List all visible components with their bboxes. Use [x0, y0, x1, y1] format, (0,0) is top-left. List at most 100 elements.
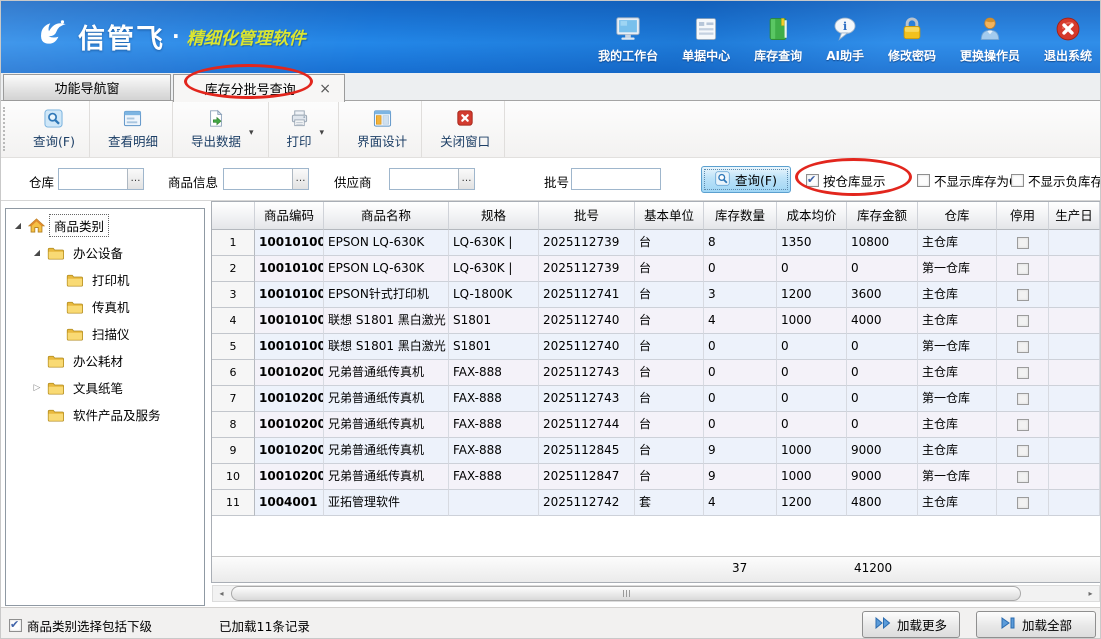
tree-node[interactable]: 传真机 [6, 293, 204, 320]
option-hide-zero-stock[interactable]: 不显示库存为0 [917, 171, 1017, 190]
column-header-6[interactable]: 库存数量 [704, 202, 777, 230]
supplier-filter-input[interactable]: … [389, 168, 475, 190]
scrollbar-thumb[interactable] [231, 586, 1021, 601]
disabled-checkbox[interactable] [1017, 237, 1029, 249]
tab-close-icon[interactable]: × [316, 82, 334, 96]
nav-item-documents[interactable]: 单据中心 [682, 14, 730, 64]
export-dropdown-arrow-icon[interactable] [249, 120, 254, 139]
view-detail-button[interactable]: 查看明细 [90, 101, 173, 157]
warehouse-filter-input[interactable]: … [58, 168, 144, 190]
column-header-7[interactable]: 成本均价 [777, 202, 847, 230]
column-header-5[interactable]: 基本单位 [635, 202, 704, 230]
disabled-checkbox[interactable] [1017, 393, 1029, 405]
ui-design-button[interactable]: 界面设计 [339, 101, 422, 157]
tree-node[interactable]: ◢ 商品类别 [6, 212, 204, 239]
query-button[interactable]: 查询(F) [701, 166, 791, 193]
disabled-checkbox[interactable] [1017, 367, 1029, 379]
toolbar-grip-handle[interactable] [3, 107, 13, 151]
table-row[interactable]: 10100102002兄弟普通纸传真机FAX-8882025112847台910… [212, 464, 1100, 490]
option-show-by-warehouse[interactable]: 按仓库显示 [806, 171, 886, 190]
table-row[interactable]: 7100102002兄弟普通纸传真机FAX-8882025112743台000第… [212, 386, 1100, 412]
close-window-button[interactable]: 关闭窗口 [422, 101, 505, 157]
print-dropdown-arrow-icon[interactable] [320, 120, 325, 139]
table-row[interactable]: 5100101004联想 S1801 黑白激光S18012025112740台0… [212, 334, 1100, 360]
table-row[interactable]: 1100101001EPSON LQ-630KLQ-630K |20251127… [212, 230, 1100, 256]
tree-node[interactable]: ▷ 文具纸笔 [6, 374, 204, 401]
tree-node[interactable]: 扫描仪 [6, 320, 204, 347]
column-header-3[interactable]: 规格 [449, 202, 539, 230]
product-filter-input[interactable]: … [223, 168, 309, 190]
tree-node-label[interactable]: 扫描仪 [87, 322, 135, 345]
tree-node-label[interactable]: 传真机 [87, 295, 135, 318]
tree-node-label[interactable]: 办公耗材 [68, 349, 128, 372]
hide-zero-stock-checkbox[interactable] [917, 174, 930, 187]
column-header-10[interactable]: 停用 [997, 202, 1049, 230]
nav-item-ai-assistant[interactable]: i AI助手 [826, 14, 864, 64]
column-header-8[interactable]: 库存金额 [847, 202, 918, 230]
batch-filter-input[interactable] [571, 168, 661, 190]
tree-node-label[interactable]: 打印机 [87, 268, 135, 291]
include-subcategories-option[interactable]: 商品类别选择包括下级 [9, 616, 152, 635]
nav-item-switch-operator[interactable]: 更换操作员 [960, 14, 1020, 64]
table-row[interactable]: 9100102002兄弟普通纸传真机FAX-8882025112845台9100… [212, 438, 1100, 464]
load-all-button[interactable]: 加载全部 [976, 611, 1096, 638]
export-data-button[interactable]: 导出数据 [173, 101, 269, 157]
table-row[interactable]: 4100101004联想 S1801 黑白激光S18012025112740台4… [212, 308, 1100, 334]
hide-negative-stock-checkbox[interactable] [1011, 174, 1024, 187]
nav-item-change-password[interactable]: 修改密码 [888, 14, 936, 64]
tab-function-navigator[interactable]: 功能导航窗 [3, 74, 171, 101]
nav-item-inventory[interactable]: 库存查询 [754, 14, 802, 64]
show-by-warehouse-checkbox[interactable] [806, 174, 819, 187]
column-header-4[interactable]: 批号 [539, 202, 635, 230]
disabled-checkbox[interactable] [1017, 289, 1029, 301]
column-header-2[interactable]: 商品名称 [324, 202, 449, 230]
batch-input[interactable] [572, 169, 660, 189]
table-row[interactable]: 111004001亚拓管理软件2025112742套412004800主仓库 [212, 490, 1100, 516]
tree-expander-icon[interactable]: ◢ [12, 221, 24, 230]
load-more-button[interactable]: 加载更多 [862, 611, 960, 638]
disabled-checkbox[interactable] [1017, 445, 1029, 457]
tree-node-label[interactable]: 商品类别 [49, 214, 109, 237]
tree-node[interactable]: ◢ 办公设备 [6, 239, 204, 266]
table-row[interactable]: 6100102002兄弟普通纸传真机FAX-8882025112743台000主… [212, 360, 1100, 386]
print-button[interactable]: 打印 [269, 101, 340, 157]
supplier-browse-button[interactable]: … [458, 169, 474, 189]
product-input[interactable] [224, 169, 292, 189]
tree-node[interactable]: 办公耗材 [6, 347, 204, 374]
disabled-checkbox[interactable] [1017, 263, 1029, 275]
tree-expander-icon[interactable]: ◢ [31, 248, 43, 257]
nav-item-exit[interactable]: 退出系统 [1044, 14, 1092, 64]
nav-item-workbench[interactable]: 我的工作台 [598, 14, 658, 64]
query-toolbar-button[interactable]: 查询(F) [15, 101, 90, 157]
tree-node[interactable]: 软件产品及服务 [6, 401, 204, 428]
table-row[interactable]: 3100101002EPSON针式打印机LQ-1800K2025112741台3… [212, 282, 1100, 308]
scroll-left-arrow-icon[interactable] [213, 586, 230, 601]
product-browse-button[interactable]: … [292, 169, 308, 189]
disabled-checkbox[interactable] [1017, 471, 1029, 483]
horizontal-scrollbar[interactable] [212, 585, 1100, 602]
tree-node-label[interactable]: 软件产品及服务 [68, 403, 166, 426]
supplier-input[interactable] [390, 169, 458, 189]
disabled-checkbox[interactable] [1017, 419, 1029, 431]
disabled-checkbox[interactable] [1017, 497, 1029, 509]
tab-batch-inventory-query[interactable]: 库存分批号查询 × [173, 74, 345, 102]
tree-node-label[interactable]: 办公设备 [68, 241, 128, 264]
option-hide-negative-stock[interactable]: 不显示负库存 [1011, 171, 1101, 190]
tree-expander-icon[interactable]: ▷ [31, 383, 43, 393]
warehouse-browse-button[interactable]: … [127, 169, 143, 189]
table-row[interactable]: 2100101001EPSON LQ-630KLQ-630K |20251127… [212, 256, 1100, 282]
scroll-right-arrow-icon[interactable] [1082, 586, 1099, 601]
scrollbar-track[interactable] [230, 586, 1082, 601]
disabled-checkbox[interactable] [1017, 315, 1029, 327]
tree-node[interactable]: 打印机 [6, 266, 204, 293]
column-header-11[interactable]: 生产日 [1049, 202, 1100, 230]
include-subcategories-checkbox[interactable] [9, 619, 22, 632]
column-header-1[interactable]: 商品编码 [255, 202, 324, 230]
table-cell: 亚拓管理软件 [324, 490, 449, 516]
column-header-0[interactable] [212, 202, 255, 230]
tree-node-label[interactable]: 文具纸笔 [68, 376, 128, 399]
disabled-checkbox[interactable] [1017, 341, 1029, 353]
warehouse-input[interactable] [59, 169, 127, 189]
column-header-9[interactable]: 仓库 [918, 202, 997, 230]
table-row[interactable]: 8100102002兄弟普通纸传真机FAX-8882025112744台000主… [212, 412, 1100, 438]
